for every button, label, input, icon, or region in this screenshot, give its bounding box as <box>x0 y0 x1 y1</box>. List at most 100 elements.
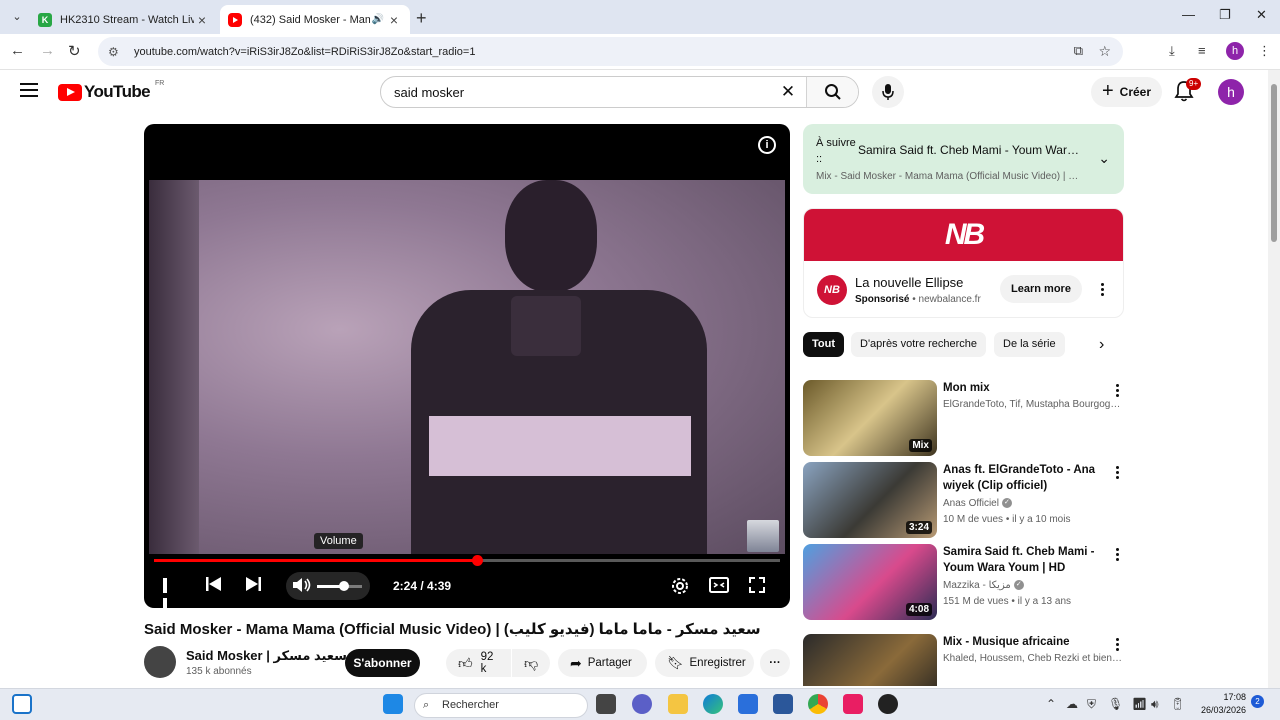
item-menu-icon[interactable] <box>1116 466 1120 481</box>
profile-avatar[interactable]: h <box>1226 42 1244 60</box>
progress-bar[interactable] <box>154 555 780 566</box>
site-info-icon[interactable]: ⚙ <box>108 45 124 59</box>
dislike-button[interactable]: 👎︎ <box>512 649 550 677</box>
like-button[interactable]: 👍︎ 92 k <box>446 649 511 677</box>
ad-title[interactable]: La nouvelle Ellipse <box>855 275 963 290</box>
hamburger-menu-icon[interactable] <box>20 83 38 97</box>
search-button[interactable] <box>806 77 858 107</box>
edge-icon[interactable] <box>703 694 723 714</box>
media-app-icon[interactable] <box>878 694 898 714</box>
close-tab-icon[interactable]: × <box>386 12 402 28</box>
chip-from-series[interactable]: De la série <box>994 332 1065 357</box>
recommendation-title[interactable]: Mix - Musique africaine <box>943 634 1109 650</box>
ad-menu-icon[interactable] <box>1101 283 1105 298</box>
channel-name[interactable]: Said Mosker | سعيد مسكر✓ <box>186 648 360 664</box>
volume-slider[interactable] <box>317 581 362 591</box>
video-thumbnail[interactable]: Mix <box>803 380 937 456</box>
url-text[interactable]: youtube.com/watch?v=iRiS3irJ8Zo&list=RDi… <box>134 46 475 58</box>
recommendation-channel[interactable]: Khaled, Houssem, Cheb Rezki et bien plus <box>943 653 1123 664</box>
chip-based-on-search[interactable]: D'après votre recherche <box>851 332 987 357</box>
chevron-down-icon[interactable]: ⌄ <box>1098 150 1110 167</box>
volume-icon[interactable] <box>292 576 312 599</box>
progress-scrubber[interactable] <box>472 555 484 566</box>
sponsored-ad[interactable]: NB NB La nouvelle Ellipse Sponsorisé • n… <box>803 208 1124 318</box>
close-window-icon[interactable]: ✕ <box>1256 7 1267 23</box>
microphone-tray-icon[interactable]: 🎙︎ <box>1108 697 1123 711</box>
store-icon[interactable] <box>738 694 758 714</box>
advertiser-logo[interactable]: NB <box>817 275 847 305</box>
search-input[interactable]: said mosker <box>381 85 770 100</box>
scrollbar-thumb[interactable] <box>1271 84 1277 242</box>
browser-menu-icon[interactable]: ⋮ <box>1258 43 1271 59</box>
bookmark-star-icon[interactable]: ☆ <box>1098 43 1111 60</box>
address-bar[interactable]: ⚙ youtube.com/watch?v=iRiS3irJ8Zo&list=R… <box>98 37 1123 66</box>
notification-count-badge[interactable]: 2 <box>1251 695 1264 708</box>
recommendation-channel[interactable]: ElGrandeToto, Tif, Mustapha Bourgogne et… <box>943 399 1123 410</box>
media-control-icon[interactable]: ≡ <box>1198 43 1206 58</box>
channel-avatar[interactable] <box>144 646 176 678</box>
channel-watermark[interactable] <box>747 520 779 552</box>
widgets-icon[interactable] <box>12 694 32 714</box>
recommendation-title[interactable]: Samira Said ft. Cheb Mami - Youm Wara Yo… <box>943 544 1109 576</box>
download-icon[interactable]: ⤓ <box>1169 43 1175 59</box>
chip-tout[interactable]: Tout <box>803 332 845 357</box>
recommendation-item[interactable]: 4:08 Samira Said ft. Cheb Mami - Youm Wa… <box>803 544 1124 620</box>
subscribe-button[interactable]: S'abonner <box>345 649 420 677</box>
search-box[interactable]: said mosker ✕ <box>380 76 859 108</box>
chrome-icon[interactable] <box>808 694 828 714</box>
wifi-icon[interactable]: 📶︎ <box>1132 697 1147 711</box>
next-icon[interactable] <box>244 576 262 597</box>
system-clock[interactable]: 17:08 26/03/2026 <box>1196 691 1246 717</box>
theater-mode-icon[interactable] <box>709 576 729 599</box>
more-actions-button[interactable]: ··· <box>760 649 790 677</box>
word-icon[interactable] <box>773 694 793 714</box>
clear-search-icon[interactable]: ✕ <box>770 82 806 102</box>
item-menu-icon[interactable] <box>1116 638 1120 653</box>
recommendation-channel[interactable]: Anas Officiel ✓ <box>943 498 1123 509</box>
recommendation-title[interactable]: Mon mix <box>943 380 1109 396</box>
tab-search-chevron-icon[interactable]: ⌄ <box>6 7 28 27</box>
info-icon[interactable]: i <box>758 136 776 154</box>
fullscreen-icon[interactable] <box>748 576 766 599</box>
up-next-panel[interactable]: À suivre :: Samira Said ft. Cheb Mami - … <box>803 124 1124 194</box>
speaker-icon[interactable]: 🔊 <box>370 14 386 25</box>
show-hidden-icons-icon[interactable]: ⌃ <box>1046 697 1056 711</box>
create-button[interactable]: + Créer <box>1091 77 1162 107</box>
reload-icon[interactable]: ↻ <box>68 42 81 60</box>
recommendation-item[interactable]: 3:24 Anas ft. ElGrandeToto - Ana wiyek (… <box>803 462 1124 538</box>
cloud-sync-icon[interactable]: ☁ <box>1066 697 1078 711</box>
snipping-tool-icon[interactable] <box>843 694 863 714</box>
previous-icon[interactable] <box>205 576 223 597</box>
account-avatar[interactable]: h <box>1218 79 1244 105</box>
battery-icon[interactable]: 🔋︎ <box>1170 697 1185 711</box>
notifications-button[interactable]: 9+ <box>1174 78 1202 104</box>
recommendation-item[interactable]: Mix - Musique africaine Khaled, Houssem,… <box>803 634 1124 686</box>
security-icon[interactable]: ⛨ <box>1087 697 1096 712</box>
install-app-icon[interactable]: ⧉ <box>1074 43 1083 59</box>
pause-icon[interactable] <box>163 578 177 608</box>
item-menu-icon[interactable] <box>1116 384 1120 399</box>
minimize-icon[interactable]: — <box>1182 7 1195 22</box>
file-explorer-icon[interactable] <box>668 694 688 714</box>
windows-start-icon[interactable] <box>383 694 403 714</box>
tab-hk2310[interactable]: K HK2310 Stream - Watch Live on × <box>30 5 218 34</box>
back-arrow-icon[interactable]: ← <box>10 42 25 59</box>
recommendation-title[interactable]: Anas ft. ElGrandeToto - Ana wiyek (Clip … <box>943 462 1109 494</box>
teams-chat-icon[interactable] <box>632 694 652 714</box>
share-button[interactable]: ➦ Partager <box>558 649 647 677</box>
recommendation-channel[interactable]: Mazzika - مزيكا ✓ <box>943 580 1123 591</box>
new-tab-plus-icon[interactable]: + <box>416 8 427 29</box>
voice-search-button[interactable] <box>872 76 904 108</box>
chevron-right-icon[interactable]: › <box>1099 336 1104 354</box>
save-button[interactable]: 🔖︎ Enregistrer <box>655 649 754 677</box>
recommendation-item[interactable]: Mix Mon mix ElGrandeToto, Tif, Mustapha … <box>803 380 1124 456</box>
close-tab-icon[interactable]: × <box>194 12 210 28</box>
taskbar-search[interactable]: ⌕ Rechercher <box>414 693 588 718</box>
youtube-logo[interactable]: YouTube FR <box>58 80 164 102</box>
video-thumbnail[interactable] <box>803 634 937 686</box>
volume-handle[interactable] <box>339 581 349 591</box>
video-thumbnail[interactable]: 4:08 <box>803 544 937 620</box>
settings-gear-icon[interactable] <box>670 576 690 601</box>
video-thumbnail[interactable]: 3:24 <box>803 462 937 538</box>
tab-youtube[interactable]: (432) Said Mosker - Mama 🔊 × <box>220 5 410 34</box>
